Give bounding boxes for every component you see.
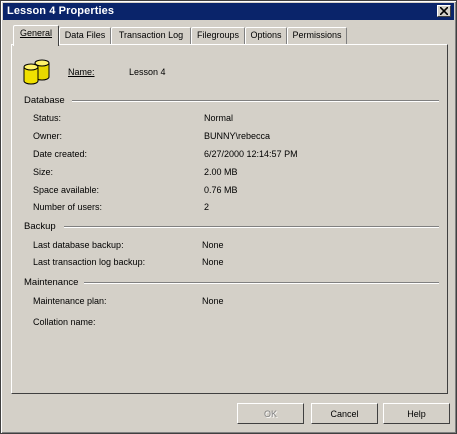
name-value: Lesson 4 (129, 67, 166, 77)
tab-data-files[interactable]: Data Files (59, 27, 111, 44)
date-created-value: 6/27/2000 12:14:57 PM (204, 149, 298, 159)
backup-divider (64, 226, 439, 228)
last-database-backup-value: None (202, 240, 224, 250)
space-available-value: 0.76 MB (204, 185, 238, 195)
maintenance-plan-label: Maintenance plan: (33, 296, 107, 306)
collation-name-label: Collation name: (33, 317, 96, 327)
ok-button[interactable]: OK (237, 403, 304, 424)
last-transaction-log-backup-label: Last transaction log backup: (33, 257, 146, 267)
status-value: Normal (204, 113, 234, 123)
name-label: Name: (68, 67, 95, 77)
backup-section-title: Backup (24, 221, 56, 232)
last-database-backup-label: Last database backup: (33, 240, 124, 250)
number-of-users-label: Number of users: (33, 202, 103, 212)
tab-label: Options (250, 30, 282, 40)
maintenance-plan-value: None (202, 296, 224, 306)
tab-filegroups[interactable]: Filegroups (191, 27, 245, 44)
database-section-title: Database (24, 95, 65, 106)
database-divider (72, 100, 439, 102)
size-label: Size: (33, 167, 54, 177)
tab-label: General (19, 28, 53, 38)
status-label: Status: (33, 113, 62, 123)
tab-permissions[interactable]: Permissions (287, 27, 347, 44)
maintenance-divider (84, 282, 439, 284)
space-available-label: Space available: (33, 185, 100, 195)
close-button[interactable] (437, 5, 451, 17)
tab-label: Permissions (292, 30, 342, 40)
number-of-users-value: 2 (204, 202, 210, 212)
owner-label: Owner: (33, 131, 63, 141)
cancel-button[interactable]: Cancel (311, 403, 378, 424)
properties-dialog: Lesson 4 Properties General Data Files T… (0, 0, 457, 434)
tab-label: Transaction Log (118, 30, 184, 40)
owner-value: BUNNY\rebecca (204, 131, 271, 141)
tab-label: Data Files (64, 30, 106, 40)
window-title: Lesson 4 Properties (7, 5, 115, 17)
title-bar[interactable]: Lesson 4 Properties (3, 3, 454, 20)
tab-label: Filegroups (196, 30, 240, 40)
general-tab-panel: Name: Lesson 4 Database Status: Normal O… (11, 44, 448, 394)
last-transaction-log-backup-value: None (202, 257, 224, 267)
tab-options[interactable]: Options (245, 27, 287, 44)
size-value: 2.00 MB (204, 167, 238, 177)
close-icon (440, 7, 448, 15)
tab-transaction-log[interactable]: Transaction Log (111, 27, 191, 44)
tab-general[interactable]: General (13, 25, 59, 46)
help-button[interactable]: Help (383, 403, 450, 424)
database-cylinder-icon (23, 59, 50, 85)
maintenance-section-title: Maintenance (24, 277, 79, 288)
date-created-label: Date created: (33, 149, 88, 159)
